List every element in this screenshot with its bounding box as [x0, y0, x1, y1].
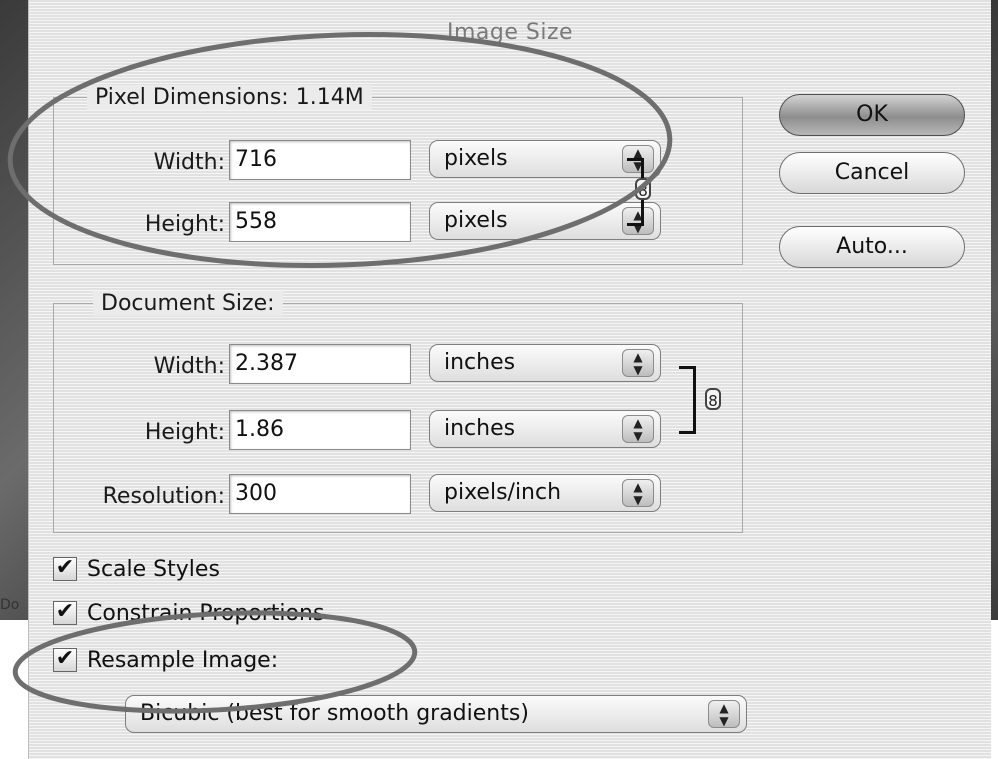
popup-arrows-icon: ▲ ▼ — [622, 415, 654, 443]
auto-button[interactable]: Auto... — [779, 226, 965, 268]
pixel-height-unit-label: pixels — [444, 208, 508, 233]
document-height-unit-select[interactable]: inches ▲ ▼ — [429, 410, 661, 448]
constrain-proportions-label: Constrain Proportions — [87, 601, 325, 626]
pixel-dimensions-label: Pixel Dimensions: — [95, 85, 289, 110]
pixel-dimensions-heading: Pixel Dimensions: 1.14M — [87, 85, 372, 110]
document-constrain-bracket — [679, 366, 696, 434]
document-width-unit-label: inches — [444, 350, 516, 375]
stray-text: Do — [0, 597, 20, 613]
resample-method-select[interactable]: Bicubic (best for smooth gradients) ▲ ▼ — [125, 695, 747, 733]
resolution-input[interactable]: 300 — [229, 474, 411, 514]
pixel-width-input[interactable]: 716 — [229, 140, 411, 180]
document-width-label: Width: — [153, 354, 225, 379]
constrain-proportions-checkbox[interactable]: ✔ — [53, 601, 77, 625]
chain-link-icon: 8 — [705, 388, 721, 410]
resample-image-label: Resample Image: — [87, 648, 279, 673]
document-width-unit-select[interactable]: inches ▲ ▼ — [429, 344, 661, 382]
ok-button[interactable]: OK — [779, 94, 965, 136]
resolution-unit-label: pixels/inch — [444, 480, 562, 505]
cancel-button[interactable]: Cancel — [779, 152, 965, 194]
document-height-label: Height: — [144, 420, 225, 445]
document-height-input[interactable]: 1.86 — [229, 410, 411, 450]
chain-link-icon: 8 — [635, 178, 651, 200]
popup-arrows-icon: ▲ ▼ — [622, 479, 654, 507]
document-width-input[interactable]: 2.387 — [229, 344, 411, 384]
pixel-width-unit-label: pixels — [444, 146, 508, 171]
dialog-title: Image Size — [446, 20, 574, 45]
pixel-width-label: Width: — [153, 150, 225, 175]
resample-image-checkbox[interactable]: ✔ — [53, 648, 77, 672]
pixel-height-input[interactable]: 558 — [229, 202, 411, 242]
resolution-unit-select[interactable]: pixels/inch ▲ ▼ — [429, 474, 661, 512]
scale-styles-label: Scale Styles — [87, 557, 220, 582]
scale-styles-checkbox[interactable]: ✔ — [53, 557, 77, 581]
image-size-dialog: Image Size Pixel Dimensions: 1.14M Width… — [28, 0, 991, 759]
popup-arrows-icon: ▲ ▼ — [708, 700, 740, 728]
resample-method-label: Bicubic (best for smooth gradients) — [140, 701, 529, 726]
resolution-label: Resolution: — [102, 484, 225, 509]
document-size-heading: Document Size: — [93, 291, 283, 316]
pixel-height-label: Height: — [144, 212, 225, 237]
pixel-dimensions-size: 1.14M — [295, 85, 364, 110]
document-height-unit-label: inches — [444, 416, 516, 441]
popup-arrows-icon: ▲ ▼ — [622, 349, 654, 377]
